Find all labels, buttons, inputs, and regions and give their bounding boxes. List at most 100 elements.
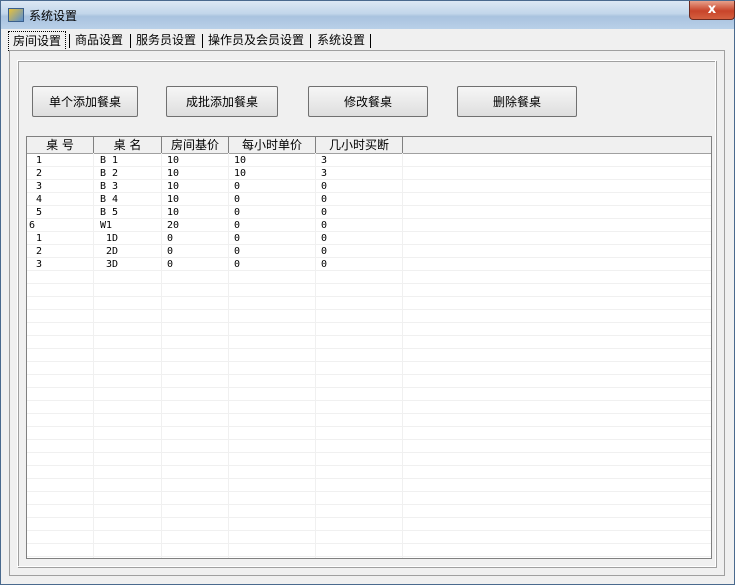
tab-panel: 单个添加餐桌 成批添加餐桌 修改餐桌 删除餐桌 桌 号 桌 名 房间基价 每小时… [9,50,725,576]
column-header-table-name[interactable]: 桌 名 [94,137,162,153]
grid-row-line [27,218,711,219]
cell-base-price[interactable]: 10 [167,167,179,180]
cell-table-no[interactable]: 2 [36,245,42,258]
grid-row-line [27,205,711,206]
cell-hourly-price[interactable]: 0 [234,258,240,271]
cell-hourly-price[interactable]: 0 [234,245,240,258]
cell-buyout-hours[interactable]: 0 [321,219,327,232]
cell-buyout-hours[interactable]: 0 [321,245,327,258]
cell-hourly-price[interactable]: 10 [234,154,246,167]
cell-base-price[interactable]: 10 [167,193,179,206]
cell-buyout-hours[interactable]: 0 [321,232,327,245]
add-single-table-button[interactable]: 单个添加餐桌 [32,86,138,117]
cell-table-no[interactable]: 4 [36,193,42,206]
delete-table-button[interactable]: 删除餐桌 [457,86,577,117]
grid-row-line [27,400,711,401]
tab-room-settings[interactable]: 房间设置 [8,31,66,51]
cell-hourly-price[interactable]: 0 [234,180,240,193]
cell-base-price[interactable]: 0 [167,258,173,271]
cell-table-name[interactable]: B 1 [100,154,118,167]
grid-row-line [27,283,711,284]
window-title: 系统设置 [29,9,78,23]
cell-table-name[interactable]: W1 [100,219,112,232]
cell-table-name[interactable]: 3D [106,258,118,271]
column-header-buyout-hours[interactable]: 几小时买断 [316,137,403,153]
grid-row-line [27,413,711,414]
grid-column-line [228,153,229,558]
edit-table-button[interactable]: 修改餐桌 [308,86,428,117]
column-header-hourly-price[interactable]: 每小时单价 [229,137,316,153]
cell-buyout-hours[interactable]: 0 [321,193,327,206]
tab-system-settings[interactable]: 系统设置 [313,31,369,49]
tab-waiter-settings[interactable]: 服务员设置 [133,31,199,49]
grid-row-line [27,374,711,375]
grid-row-line [27,179,711,180]
cell-buyout-hours[interactable]: 3 [321,154,327,167]
grid-row-line [27,322,711,323]
grid-row-line [27,231,711,232]
tab-separator [202,34,203,48]
cell-table-no[interactable]: 2 [36,167,42,180]
cell-hourly-price[interactable]: 0 [234,219,240,232]
title-bar[interactable]: 系统设置 x [1,1,735,29]
cell-table-name[interactable]: 1D [106,232,118,245]
grid-column-line [315,153,316,558]
cell-base-price[interactable]: 0 [167,245,173,258]
cell-buyout-hours[interactable]: 0 [321,206,327,219]
cell-base-price[interactable]: 0 [167,232,173,245]
grid-column-line [93,153,94,558]
grid-row-line [27,270,711,271]
add-batch-tables-button[interactable]: 成批添加餐桌 [166,86,278,117]
grid-row-line [27,166,711,167]
settings-window: 系统设置 x 房间设置 商品设置 服务员设置 操作员及会员设置 系统设置 单个添… [0,0,735,585]
close-button[interactable]: x [689,1,735,20]
tab-separator [310,34,311,48]
cell-table-no[interactable]: 1 [36,232,42,245]
grid-row-line [27,530,711,531]
tab-separator [69,34,70,48]
cell-hourly-price[interactable]: 0 [234,232,240,245]
grid-row-line [27,452,711,453]
grid-column-line [402,153,403,558]
cell-table-name[interactable]: B 2 [100,167,118,180]
cell-buyout-hours[interactable]: 0 [321,180,327,193]
tab-operator-member-settings[interactable]: 操作员及会员设置 [205,31,307,49]
cell-base-price[interactable]: 10 [167,206,179,219]
cell-buyout-hours[interactable]: 3 [321,167,327,180]
grid-row-line [27,504,711,505]
tab-separator [130,34,131,48]
grid-row-line [27,556,711,557]
tables-grid[interactable]: 桌 号 桌 名 房间基价 每小时单价 几小时买断 1 B 1 10 10 3 2… [26,136,712,559]
cell-hourly-price[interactable]: 0 [234,193,240,206]
grid-row-line [27,335,711,336]
grid-row-line [27,491,711,492]
cell-buyout-hours[interactable]: 0 [321,258,327,271]
cell-base-price[interactable]: 10 [167,180,179,193]
cell-base-price[interactable]: 10 [167,154,179,167]
cell-table-no[interactable]: 1 [36,154,42,167]
tab-separator [370,34,371,48]
cell-base-price[interactable]: 20 [167,219,179,232]
cell-hourly-price[interactable]: 0 [234,206,240,219]
cell-table-name[interactable]: B 5 [100,206,118,219]
grid-row-line [27,257,711,258]
grid-row-line [27,439,711,440]
grid-row-line [27,361,711,362]
cell-table-name[interactable]: B 3 [100,180,118,193]
grid-row-line [27,517,711,518]
cell-table-name[interactable]: B 4 [100,193,118,206]
column-header-room-base-price[interactable]: 房间基价 [162,137,229,153]
column-header-table-no[interactable]: 桌 号 [27,137,94,153]
cell-table-no[interactable]: 6 [29,219,35,232]
grid-header: 桌 号 桌 名 房间基价 每小时单价 几小时买断 [27,137,711,154]
app-icon [8,8,24,22]
grid-row-line [27,543,711,544]
grid-row-line [27,478,711,479]
cell-table-no[interactable]: 5 [36,206,42,219]
cell-table-no[interactable]: 3 [36,180,42,193]
tab-goods-settings[interactable]: 商品设置 [72,31,126,49]
cell-hourly-price[interactable]: 10 [234,167,246,180]
cell-table-no[interactable]: 3 [36,258,42,271]
grid-column-line [161,153,162,558]
cell-table-name[interactable]: 2D [106,245,118,258]
